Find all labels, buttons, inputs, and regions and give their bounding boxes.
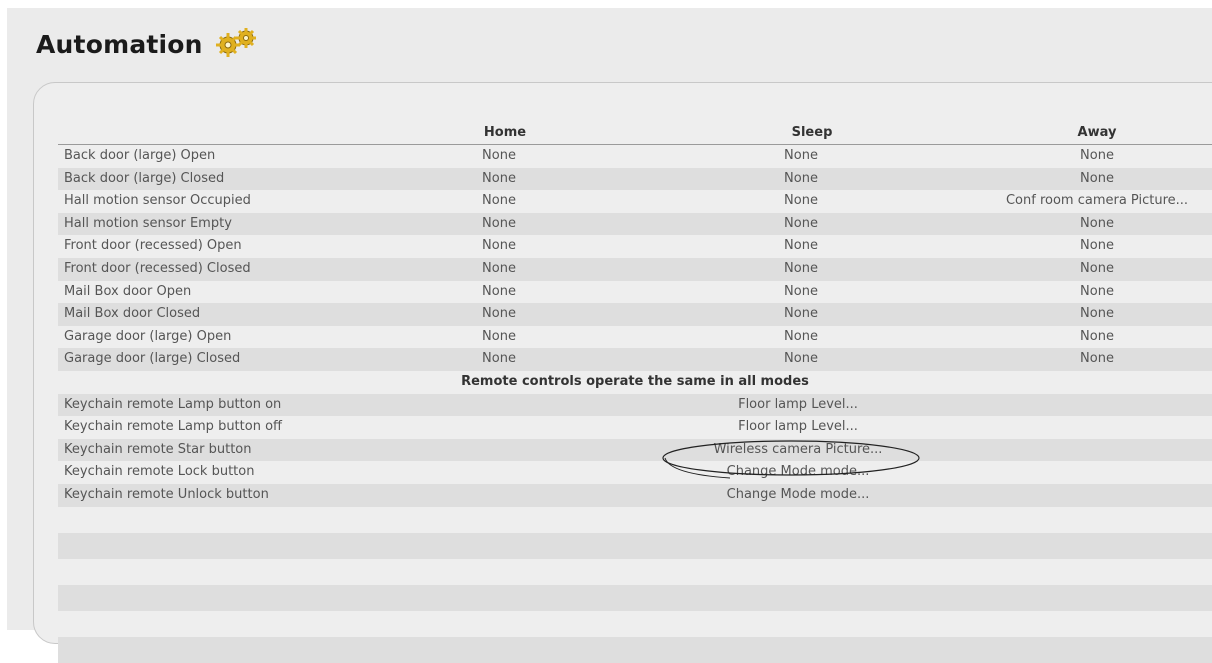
table-row[interactable]: Front door (recessed) Closed None None None — [58, 257, 1212, 281]
away-action[interactable]: None — [1080, 145, 1114, 167]
table-row[interactable]: Back door (large) Open None None None — [58, 145, 1212, 168]
away-action[interactable]: None — [1080, 281, 1114, 303]
row-label: Hall motion sensor Occupied — [64, 193, 251, 209]
home-action[interactable]: None — [482, 213, 516, 235]
row-label: Garage door (large) Open — [64, 328, 232, 344]
home-action[interactable]: None — [482, 326, 516, 348]
table-row[interactable]: Keychain remote Star button Wireless came… — [58, 438, 1212, 462]
sleep-action[interactable]: None — [784, 348, 818, 370]
sleep-action[interactable]: None — [784, 168, 818, 190]
remote-rows: Keychain remote Lamp button on Floor lamp… — [58, 393, 1212, 507]
page-title: Automation — [36, 29, 203, 59]
remote-action[interactable]: Wireless camera Picture... — [714, 439, 883, 461]
empty-rows — [58, 506, 1212, 663]
table-row[interactable]: Back door (large) Closed None None None — [58, 167, 1212, 191]
sleep-action[interactable]: None — [784, 326, 818, 348]
column-home: Home — [483, 125, 527, 140]
sleep-action[interactable]: None — [784, 235, 818, 257]
table-row[interactable]: Hall motion sensor Occupied None None Conf … — [58, 190, 1212, 213]
row-label: Front door (recessed) Open — [64, 238, 242, 254]
table-row[interactable]: Garage door (large) Open None None None — [58, 325, 1212, 349]
remote-action[interactable]: Floor lamp Level... — [738, 394, 858, 416]
sleep-action[interactable]: None — [784, 281, 818, 303]
away-action[interactable]: None — [1080, 235, 1114, 257]
row-label: Keychain remote Star button — [64, 441, 252, 457]
sleep-action[interactable]: None — [784, 145, 818, 167]
row-label: Back door (large) Closed — [64, 170, 225, 186]
away-action[interactable]: None — [1080, 348, 1114, 370]
table-row[interactable]: Garage door (large) Closed None None None — [58, 348, 1212, 371]
row-label: Keychain remote Lamp button off — [64, 419, 282, 435]
row-label: Garage door (large) Closed — [64, 351, 241, 367]
table-row[interactable]: Keychain remote Lamp button on Floor lamp… — [58, 393, 1212, 417]
column-sleep: Sleep — [791, 125, 833, 140]
row-label: Keychain remote Lock button — [64, 464, 255, 480]
row-label: Mail Box door Closed — [64, 306, 201, 322]
empty-row — [58, 506, 1212, 533]
table-row[interactable]: Keychain remote Lamp button off Floor lam… — [58, 416, 1212, 439]
remote-action[interactable]: Floor lamp Level... — [738, 416, 858, 438]
table-row[interactable]: Mail Box door Closed None None None — [58, 303, 1212, 326]
away-action[interactable]: None — [1080, 303, 1114, 325]
empty-row — [58, 636, 1212, 663]
table-header: Home Sleep Away — [58, 124, 1212, 145]
table-row[interactable]: Keychain remote Lock button Change Mode m… — [58, 461, 1212, 484]
row-label: Keychain remote Lamp button on — [64, 396, 282, 412]
away-action[interactable]: None — [1080, 213, 1114, 235]
home-action[interactable]: None — [482, 145, 516, 167]
away-action[interactable]: None — [1080, 326, 1114, 348]
away-action[interactable]: None — [1080, 168, 1114, 190]
mode-rows: Back door (large) Open None None None Back d… — [58, 145, 1212, 371]
row-label: Front door (recessed) Closed — [64, 260, 251, 276]
sleep-action[interactable]: None — [784, 190, 818, 212]
gears-icon — [215, 28, 256, 57]
automation-table: Home Sleep Away Back door (large) Open No… — [58, 124, 1212, 663]
page-header: Automation — [36, 24, 259, 64]
row-label: Back door (large) Open — [64, 148, 216, 163]
empty-row — [58, 558, 1212, 585]
sleep-action[interactable]: None — [784, 213, 818, 235]
remote-section-heading: Remote controls operate the same in all … — [461, 373, 809, 389]
table-row[interactable]: Hall motion sensor Empty None None None — [58, 212, 1212, 236]
empty-row — [58, 584, 1212, 611]
home-action[interactable]: None — [482, 168, 516, 190]
empty-row — [58, 610, 1212, 637]
sleep-action[interactable]: None — [784, 258, 818, 280]
table-row[interactable]: Front door (recessed) Open None None None — [58, 235, 1212, 258]
home-action[interactable]: None — [482, 281, 516, 303]
column-away: Away — [1077, 125, 1117, 140]
home-action[interactable]: None — [482, 258, 516, 280]
empty-row — [58, 532, 1212, 559]
row-label: Mail Box door Open — [64, 283, 192, 299]
remote-action[interactable]: Change Mode mode... — [727, 484, 870, 506]
home-action[interactable]: None — [482, 235, 516, 257]
table-row[interactable]: Keychain remote Unlock button Change Mode… — [58, 483, 1212, 507]
row-label: Keychain remote Unlock button — [64, 486, 269, 502]
away-action[interactable]: None — [1080, 258, 1114, 280]
sleep-action[interactable]: None — [784, 303, 818, 325]
home-action[interactable]: None — [482, 348, 516, 370]
home-action[interactable]: None — [482, 190, 516, 212]
table-row[interactable]: Mail Box door Open None None None — [58, 280, 1212, 304]
remote-action[interactable]: Change Mode mode... — [727, 461, 870, 483]
home-action[interactable]: None — [482, 303, 516, 325]
row-label: Hall motion sensor Empty — [64, 215, 232, 231]
away-action[interactable]: Conf room camera Picture... — [1006, 190, 1188, 212]
